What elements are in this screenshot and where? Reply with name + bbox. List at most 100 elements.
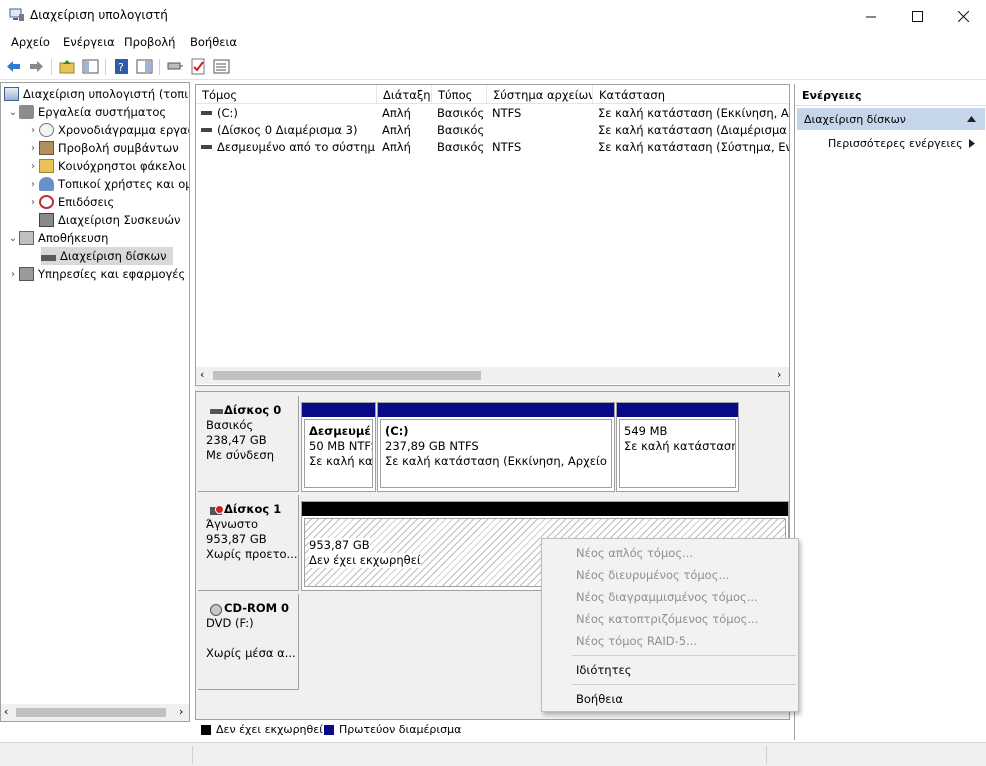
legend-primary: Πρωτεύον διαμέρισμα xyxy=(339,723,462,736)
chevron-down-icon[interactable]: ⌄ xyxy=(7,233,19,244)
toolbar-separator xyxy=(159,59,160,75)
partition-header xyxy=(378,403,614,417)
menu-action[interactable]: Ενέργεια xyxy=(63,35,115,49)
tree-event-viewer[interactable]: › Προβολή συμβάντων xyxy=(27,139,179,157)
list-view-icon[interactable] xyxy=(213,58,230,75)
status-bar xyxy=(0,742,986,766)
up-folder-icon[interactable] xyxy=(59,58,76,75)
tree-device-manager[interactable]: Διαχείριση Συσκευών xyxy=(39,211,180,229)
svg-text:?: ? xyxy=(118,61,124,74)
menu-new-raid5-volume[interactable]: Νέος τόμος RAID-5... xyxy=(576,634,697,648)
status-divider xyxy=(766,746,767,764)
disk0-label[interactable]: Δίσκος 0 Βασικός 238,47 GB Με σύνδεση xyxy=(198,396,299,492)
navigation-tree: Διαχείριση υπολογιστή (τοπικ ⌄ Εργαλεία … xyxy=(0,82,190,722)
status-divider xyxy=(192,746,193,764)
scroll-thumb[interactable] xyxy=(213,371,481,380)
scroll-right-icon[interactable]: › xyxy=(179,705,183,718)
tree-disk-management[interactable]: Διαχείριση δίσκων xyxy=(41,247,173,265)
menu-properties[interactable]: Ιδιότητες xyxy=(576,663,631,677)
back-arrow-icon[interactable] xyxy=(5,58,22,75)
chevron-right-icon[interactable]: › xyxy=(27,197,39,208)
disk1-label[interactable]: Δίσκος 1 Άγνωστο 953,87 GB Χωρίς προετο.… xyxy=(198,495,299,591)
tree-performance[interactable]: › Επιδόσεις xyxy=(27,193,114,211)
tree-horizontal-scrollbar[interactable]: ‹ › xyxy=(1,704,189,721)
checklist-icon[interactable] xyxy=(190,58,207,75)
window-title: Διαχείριση υπολογιστή xyxy=(30,8,168,22)
shared-folder-icon xyxy=(39,159,54,173)
tree-storage[interactable]: ⌄ Αποθήκευση xyxy=(7,229,108,247)
menu-new-simple-volume[interactable]: Νέος απλός τόμος... xyxy=(576,546,693,560)
collapse-up-icon[interactable] xyxy=(967,116,976,122)
users-icon xyxy=(39,177,54,191)
scroll-left-icon[interactable]: ‹ xyxy=(200,368,204,381)
toolbar-separator xyxy=(105,59,106,75)
forward-arrow-icon[interactable] xyxy=(28,58,45,75)
chevron-right-icon[interactable]: › xyxy=(7,269,19,280)
more-actions-item[interactable]: Περισσότερες ενέργειες xyxy=(828,137,963,150)
chevron-right-icon[interactable]: › xyxy=(27,161,39,172)
actions-section-disk-management[interactable]: Διαχείριση δίσκων xyxy=(797,108,985,130)
scroll-right-icon[interactable]: › xyxy=(777,368,781,381)
tree-root[interactable]: Διαχείριση υπολογιστή (τοπικ xyxy=(4,85,189,103)
chevron-down-icon[interactable]: ⌄ xyxy=(7,107,19,118)
volume-list: Τόμος Διάταξη Τύπος Σύστημα αρχείων Κατά… xyxy=(195,84,790,386)
chevron-right-icon[interactable]: › xyxy=(27,125,39,136)
menu-view[interactable]: Προβολή xyxy=(124,35,175,49)
menu-new-striped-volume[interactable]: Νέος διαγραμμισμένος τόμος... xyxy=(576,590,758,604)
scroll-thumb[interactable] xyxy=(16,708,166,717)
context-menu: Νέος απλός τόμος... Νέος διευρυμένος τόμ… xyxy=(541,538,799,712)
device-manager-icon xyxy=(39,213,54,227)
partition-header xyxy=(302,502,788,516)
tools-icon xyxy=(19,105,34,119)
computer-icon xyxy=(4,87,19,101)
event-viewer-icon xyxy=(39,141,54,155)
menu-new-mirrored-volume[interactable]: Νέος κατοπτριζόμενος τόμος... xyxy=(576,612,758,626)
menu-help[interactable]: Βοήθεια xyxy=(190,35,237,49)
unallocated-swatch xyxy=(201,725,211,735)
connect-icon[interactable] xyxy=(167,58,184,75)
column-filesystem[interactable]: Σύστημα αρχείων xyxy=(487,85,593,104)
partition-header xyxy=(302,403,375,417)
partition-c[interactable]: (C:) 237,89 GB NTFS Σε καλή κατάσταση (Ε… xyxy=(377,402,615,492)
clock-icon xyxy=(39,123,54,137)
volume-icon xyxy=(201,128,212,132)
tree-task-scheduler[interactable]: › Χρονοδιάγραμμα εργασ xyxy=(27,121,189,139)
maximize-button[interactable] xyxy=(894,0,940,32)
chevron-right-icon[interactable]: › xyxy=(27,143,39,154)
partition-reserved[interactable]: Δεσμευμέ 50 MB NTFS Σε καλή κατ xyxy=(301,402,376,492)
partition-header xyxy=(617,403,738,417)
list-horizontal-scrollbar[interactable]: ‹ › xyxy=(196,367,789,384)
actions-pane: Ενέργειες Διαχείριση δίσκων Περισσότερες… xyxy=(794,84,986,740)
column-status[interactable]: Κατάσταση xyxy=(593,85,789,104)
tree-shared-folders[interactable]: › Κοινόχρηστοι φάκελοι xyxy=(27,157,186,175)
title-bar: Διαχείριση υπολογιστή xyxy=(0,0,986,32)
column-layout[interactable]: Διάταξη xyxy=(377,85,432,104)
legend-bar: Δεν έχει εκχωρηθεί Πρωτεύον διαμέρισμα xyxy=(195,720,790,740)
scroll-left-icon[interactable]: ‹ xyxy=(4,705,8,718)
performance-icon xyxy=(39,195,54,209)
menu-bar: Αρχείο Ενέργεια Προβολή Βοήθεια xyxy=(0,32,986,53)
tree-local-users[interactable]: › Τοπικοί χρήστες και ομ xyxy=(27,175,189,193)
menu-new-spanned-volume[interactable]: Νέος διευρυμένος τόμος... xyxy=(576,568,729,582)
tree-services[interactable]: › Υπηρεσίες και εφαρμογές xyxy=(7,265,185,283)
column-type[interactable]: Τύπος xyxy=(432,85,487,104)
chevron-right-icon[interactable]: › xyxy=(27,179,39,190)
maximize-icon xyxy=(911,10,923,22)
toolbar-separator xyxy=(51,59,52,75)
tree-system-tools[interactable]: ⌄ Εργαλεία συστήματος xyxy=(7,103,166,121)
help-icon[interactable]: ? xyxy=(113,58,130,75)
column-volume[interactable]: Τόμος xyxy=(196,85,377,104)
properties-pane-icon[interactable] xyxy=(136,58,153,75)
minimize-button[interactable] xyxy=(848,0,894,32)
volume-icon xyxy=(201,145,212,149)
close-button[interactable] xyxy=(940,0,986,32)
submenu-arrow-icon[interactable] xyxy=(969,139,975,148)
cdrom-label[interactable]: CD-ROM 0 DVD (F:) Χωρίς μέσα α... xyxy=(198,594,299,690)
minimize-icon xyxy=(865,16,876,17)
close-icon xyxy=(957,10,969,22)
primary-swatch xyxy=(324,725,334,735)
partition-recovery[interactable]: 549 MB Σε καλή κατάσταση xyxy=(616,402,739,492)
menu-help-item[interactable]: Βοήθεια xyxy=(576,692,623,706)
show-hide-tree-icon[interactable] xyxy=(82,58,99,75)
menu-file[interactable]: Αρχείο xyxy=(11,35,50,49)
